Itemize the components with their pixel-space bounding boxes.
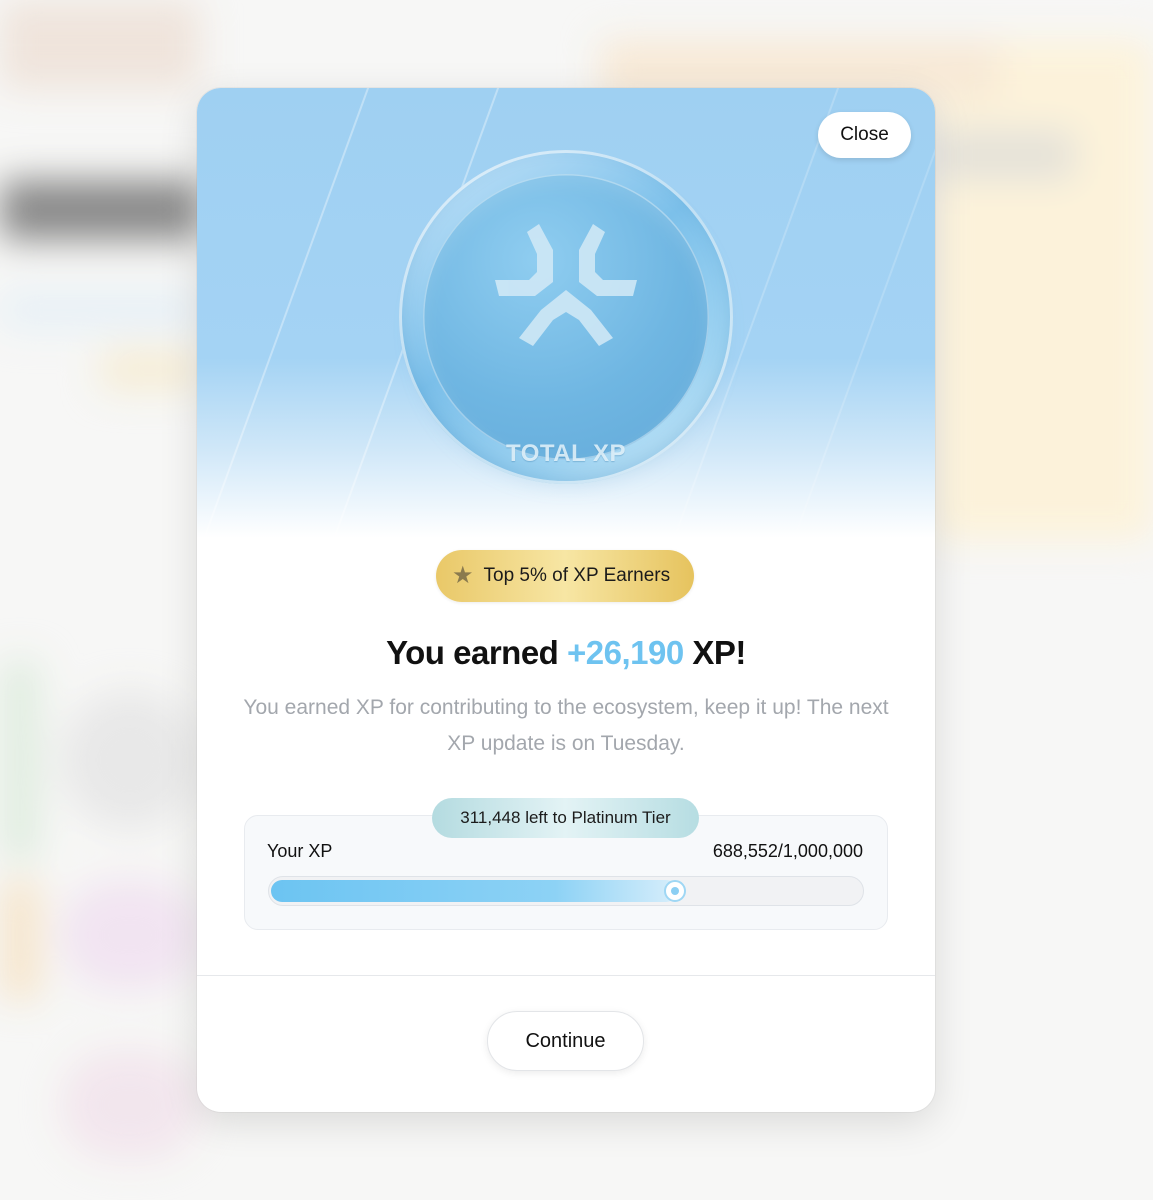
xp-earned-modal: TOTAL XP Close ★ Top 5% of XP Earners Yo… <box>197 88 935 1112</box>
your-xp-label: Your XP <box>267 841 333 861</box>
coin-label: TOTAL XP <box>505 440 626 467</box>
total-xp-coin: TOTAL XP <box>399 150 733 484</box>
earned-xp-amount: +26,190 <box>567 634 684 671</box>
top-earners-badge: ★ Top 5% of XP Earners <box>436 550 694 602</box>
star-icon: ★ <box>452 562 474 589</box>
badge-text: Top 5% of XP Earners <box>483 565 671 586</box>
tier-remaining-pill: 311,448 left to Platinum Tier <box>432 798 699 838</box>
xp-value: 688,552/1,000,000 <box>712 841 863 861</box>
close-button[interactable]: Close <box>818 112 911 158</box>
headline-prefix: You earned <box>386 634 568 671</box>
footer-divider <box>197 975 935 976</box>
continue-button[interactable]: Continue <box>487 1011 644 1071</box>
hero-banner: TOTAL XP Close <box>197 88 935 538</box>
xp-earned-headline: You earned +26,190 XP! <box>197 634 935 672</box>
description-text: You earned XP for contributing to the ec… <box>243 696 889 755</box>
xp-progress-fill <box>271 880 677 902</box>
headline-suffix: XP! <box>683 634 746 671</box>
xp-progress-thumb <box>664 880 686 902</box>
xp-progress-bar <box>268 876 864 906</box>
total-xp-logo-icon <box>495 224 637 346</box>
